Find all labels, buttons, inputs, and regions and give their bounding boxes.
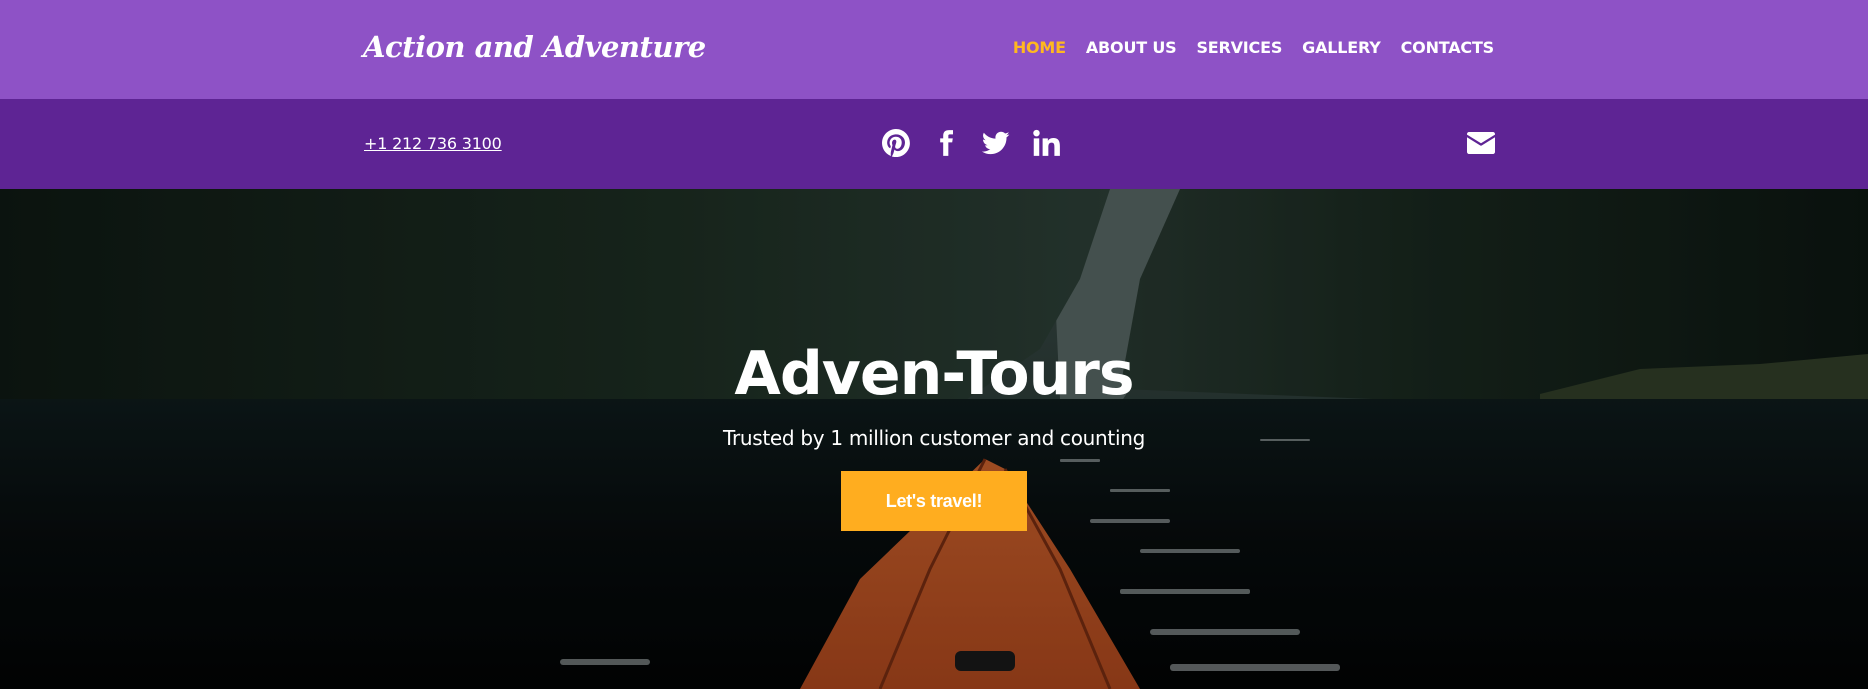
linkedin-icon[interactable] <box>1032 128 1060 158</box>
nav-gallery[interactable]: GALLERY <box>1302 38 1381 57</box>
hero-title: Adven-Tours <box>734 339 1134 409</box>
main-nav: HOME ABOUT US SERVICES GALLERY CONTACTS <box>1013 38 1494 57</box>
phone-link[interactable]: +1 212 736 3100 <box>364 134 502 153</box>
lets-travel-button[interactable]: Let's travel! <box>841 471 1027 531</box>
envelope-icon[interactable] <box>1467 131 1495 155</box>
nav-about-us[interactable]: ABOUT US <box>1086 38 1177 57</box>
twitter-icon[interactable] <box>982 128 1010 158</box>
nav-contacts[interactable]: CONTACTS <box>1401 38 1495 57</box>
pinterest-icon[interactable] <box>882 128 910 158</box>
brand-logo-text[interactable]: Action and Adventure <box>363 30 706 64</box>
social-links <box>882 128 1060 158</box>
facebook-icon[interactable] <box>932 128 960 158</box>
hero-banner: Adven-Tours Trusted by 1 million custome… <box>0 189 1868 689</box>
hero-subtitle: Trusted by 1 million customer and counti… <box>722 426 1146 450</box>
nav-home[interactable]: HOME <box>1013 38 1066 57</box>
top-header: Action and Adventure HOME ABOUT US SERVI… <box>0 0 1868 99</box>
nav-services[interactable]: SERVICES <box>1196 38 1282 57</box>
